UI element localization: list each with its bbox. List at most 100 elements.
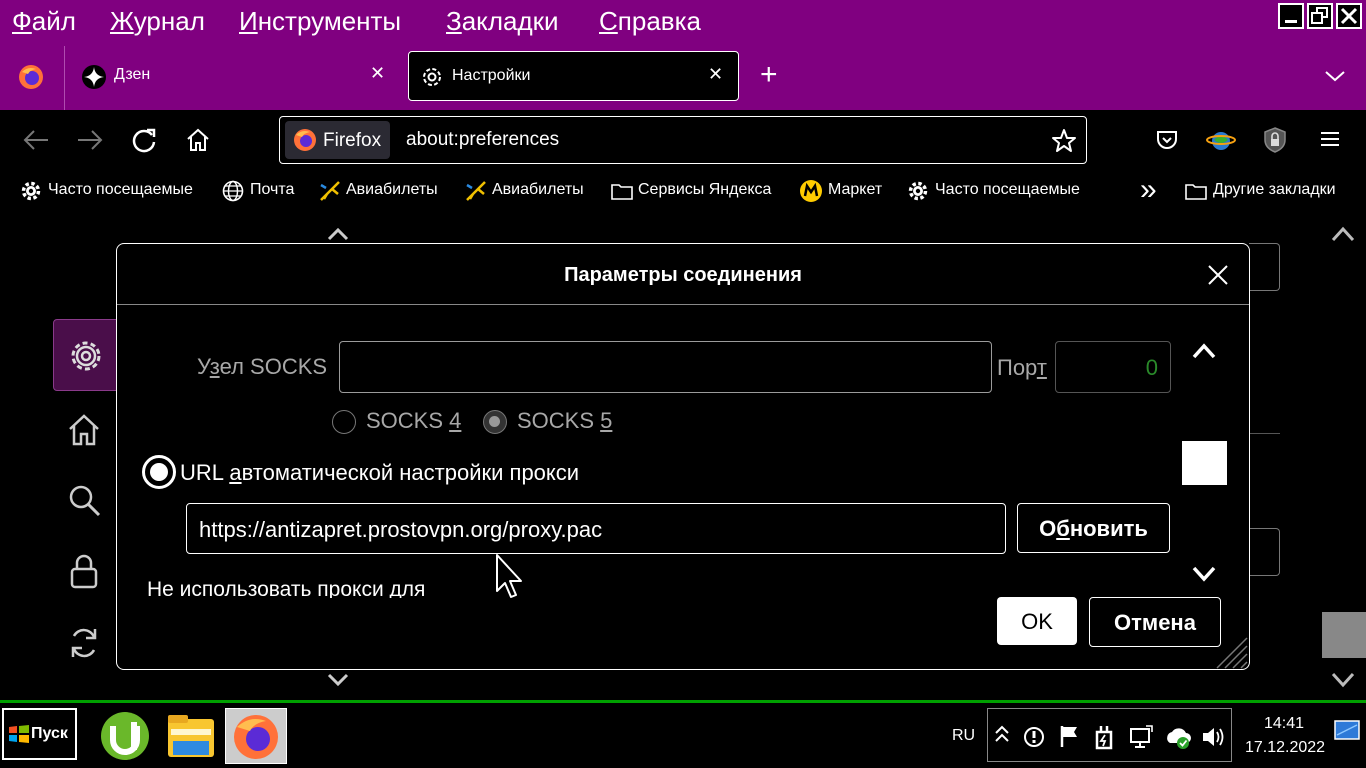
scroll-up-icon[interactable] (1330, 224, 1356, 244)
url-bar[interactable]: Firefox about:preferences (279, 116, 1087, 164)
menu-tools[interactable]: Инструменты (239, 6, 401, 37)
auto-proxy-radio[interactable] (142, 455, 176, 489)
power-icon[interactable] (1092, 723, 1118, 751)
bookmark-flights-2[interactable]: Авиабилеты (462, 172, 596, 210)
tab-close-button[interactable]: ✕ (708, 64, 723, 85)
ok-button[interactable]: OK (997, 597, 1077, 645)
page-field[interactable] (1249, 528, 1280, 576)
airplane-icon (466, 181, 486, 201)
firefox-icon (234, 715, 278, 759)
dialog-scrollbar-thumb[interactable] (1182, 441, 1227, 485)
firefox-icon (19, 65, 43, 89)
volume-icon[interactable] (1200, 723, 1226, 751)
clock-time[interactable]: 14:41 (1264, 715, 1304, 733)
back-icon[interactable] (22, 128, 50, 152)
scroll-up-icon[interactable] (326, 226, 350, 242)
tab-label: Настройки (452, 67, 531, 84)
socks4-radio[interactable] (332, 410, 356, 434)
system-tray (987, 708, 1232, 762)
sync-icon[interactable] (66, 624, 102, 662)
tab-settings[interactable]: Настройки ✕ (408, 51, 739, 101)
home-icon[interactable] (66, 412, 102, 448)
firefox-view-button[interactable] (18, 64, 44, 90)
taskbar-firefox-button[interactable] (225, 708, 287, 764)
bookmark-star-icon[interactable] (1051, 128, 1077, 153)
identity-label: Firefox (323, 130, 382, 151)
tab-label: Дзен (114, 66, 151, 83)
bookmark-label: Маркет (828, 181, 883, 198)
market-icon (800, 180, 822, 202)
sidebar-item-general[interactable] (53, 319, 121, 391)
info-icon[interactable] (1022, 725, 1046, 749)
bookmarks-overflow-button[interactable]: » (1140, 174, 1157, 206)
bookmark-flights-1[interactable]: Авиабилеты (316, 172, 450, 210)
socks-host-input[interactable] (339, 341, 992, 393)
bookmark-yandex-services[interactable]: Сервисы Яндекса (608, 172, 788, 210)
home-icon[interactable] (185, 127, 211, 153)
socks5-label: SOCKS 5 (517, 408, 613, 433)
cloud-sync-icon[interactable] (1164, 723, 1192, 751)
reload-icon[interactable] (131, 127, 157, 153)
bookmark-label: Часто посещаемые (935, 181, 1080, 198)
shield-icon[interactable] (1262, 126, 1288, 154)
menu-file[interactable]: Файл (12, 6, 76, 37)
file-explorer-icon[interactable] (165, 711, 217, 761)
bookmark-frequent[interactable]: Часто посещаемые (18, 172, 208, 210)
cancel-button[interactable]: Отмена (1089, 597, 1221, 647)
bookmark-other[interactable]: Другие закладки (1183, 172, 1353, 210)
menu-help[interactable]: Справка (599, 6, 701, 37)
auto-proxy-url-value: https://antizapret.prostovpn.org/proxy.p… (199, 517, 603, 542)
page-search-field[interactable] (1249, 243, 1280, 291)
page-scrollbar-thumb[interactable] (1322, 612, 1366, 658)
connection-settings-dialog: Параметры соединения Узел SOCKS Порт 0 S… (116, 243, 1250, 670)
new-tab-button[interactable]: + (760, 58, 778, 92)
tray-expand-icon[interactable] (993, 723, 1011, 749)
utorrent-icon[interactable] (99, 710, 151, 762)
search-icon[interactable] (66, 482, 102, 518)
tab-dzen[interactable]: Дзен ✕ (70, 51, 400, 101)
flag-icon[interactable] (1058, 723, 1082, 749)
bookmark-mail[interactable]: Почта (220, 172, 304, 210)
tab-close-button[interactable]: ✕ (370, 63, 385, 84)
minimize-button[interactable] (1278, 3, 1304, 29)
no-proxy-label: Не использовать прокси для (147, 578, 426, 598)
close-window-button[interactable] (1336, 3, 1362, 29)
bookmarks-toolbar: Часто посещаемые Почта Авиабилеты Авиаби… (0, 172, 1366, 210)
url-text[interactable]: about:preferences (406, 129, 559, 151)
start-button[interactable]: Пуск (2, 708, 77, 760)
network-icon[interactable] (1128, 723, 1154, 751)
auto-proxy-url-input[interactable]: https://antizapret.prostovpn.org/proxy.p… (186, 503, 1006, 554)
close-icon (1340, 7, 1358, 25)
menu-history[interactable]: Журнал (110, 6, 205, 37)
socks-port-input[interactable]: 0 (1055, 341, 1171, 393)
bookmark-frequent-2[interactable]: Часто посещаемые (905, 172, 1095, 210)
globe-icon (222, 180, 244, 202)
restore-button[interactable] (1307, 3, 1333, 29)
chevron-down-icon[interactable] (1324, 68, 1346, 84)
vpn-extension-icon[interactable] (1206, 126, 1236, 154)
dialog-scroll-down-icon[interactable] (1191, 564, 1217, 584)
gear-icon (71, 341, 101, 371)
lock-icon[interactable] (66, 552, 102, 590)
reload-button[interactable]: Обновить (1017, 503, 1170, 553)
pocket-icon[interactable] (1155, 129, 1179, 151)
menu-icon[interactable] (1319, 129, 1341, 149)
socks5-radio[interactable] (483, 410, 507, 434)
scroll-down-icon[interactable] (326, 672, 350, 688)
identity-box[interactable]: Firefox (285, 121, 390, 159)
close-icon[interactable] (1207, 264, 1229, 286)
bookmark-label: Другие закладки (1213, 181, 1336, 198)
bookmark-label: Сервисы Яндекса (638, 181, 772, 198)
gear-icon (423, 68, 441, 86)
language-indicator[interactable]: RU (952, 727, 975, 745)
clock-date[interactable]: 17.12.2022 (1245, 739, 1325, 757)
socks-host-label: Узел SOCKS (197, 354, 328, 379)
forward-icon[interactable] (76, 128, 104, 152)
menu-bookmarks[interactable]: Закладки (446, 6, 559, 37)
scroll-down-icon[interactable] (1330, 670, 1356, 690)
resize-grip-icon[interactable] (1211, 632, 1249, 670)
bookmark-market[interactable]: Маркет (798, 172, 894, 210)
dialog-scroll-up-icon[interactable] (1191, 341, 1217, 361)
gear-icon (21, 181, 41, 201)
show-desktop-icon[interactable] (1333, 719, 1361, 743)
